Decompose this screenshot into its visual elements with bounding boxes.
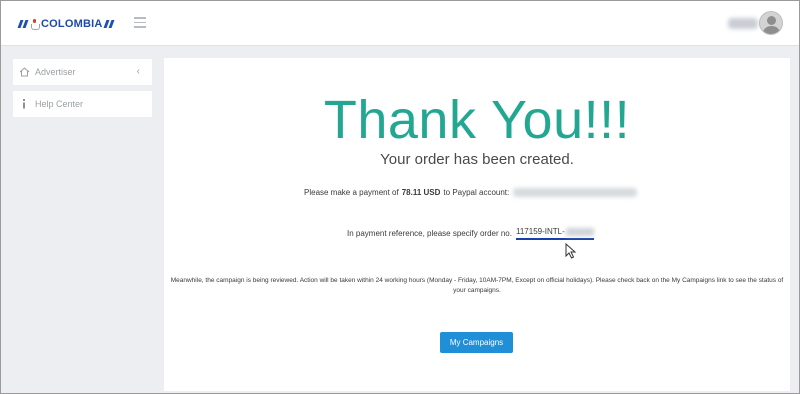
logo-mark-icon [30,18,40,30]
payment-instructions: Please make a payment of 78.11 USD to Pa… [304,188,638,197]
logo-tail-stripes [104,20,115,28]
logo-text: COLOMBIA [41,18,103,30]
page-title: Thank You!!! [323,90,631,150]
top-bar: COLOMBIA [1,1,799,46]
mouse-cursor-icon [565,243,577,259]
review-notice: Meanwhile, the campaign is being reviewe… [170,277,784,294]
order-number-text: 117159-INTL- [515,227,565,236]
logo-stripes [17,20,29,28]
hamburger-icon[interactable] [134,17,146,28]
sidebar-item-label: Help Center [35,99,84,109]
colombia-logo[interactable]: COLOMBIA [17,14,115,34]
user-avatar-icon[interactable] [759,11,783,35]
sidebar-item-help-center[interactable]: Help Center [13,91,152,117]
payment-prefix: Please make a payment of [304,188,399,197]
payment-amount: 78.11 USD [401,188,441,197]
my-campaigns-button[interactable]: My Campaigns [440,332,513,353]
order-created-subtitle: Your order has been created. [380,151,574,168]
payment-reference: In payment reference, please specify ord… [347,227,594,240]
chevron-left-icon: ‹ [136,66,140,77]
username-redacted[interactable] [728,18,758,29]
payment-suffix: to Paypal account: [443,188,510,197]
main-panel: Thank You!!! Your order has been created… [164,58,790,391]
order-number-redacted [565,227,594,236]
sidebar-item-label: Advertiser [35,67,76,77]
sidebar-item-advertiser[interactable]: Advertiser ‹ [13,59,152,85]
paypal-account-redacted [513,188,638,197]
reference-prefix: In payment reference, please specify ord… [347,229,512,238]
info-icon [13,99,35,109]
order-number[interactable]: 117159-INTL- [515,227,594,240]
home-icon [13,67,35,77]
